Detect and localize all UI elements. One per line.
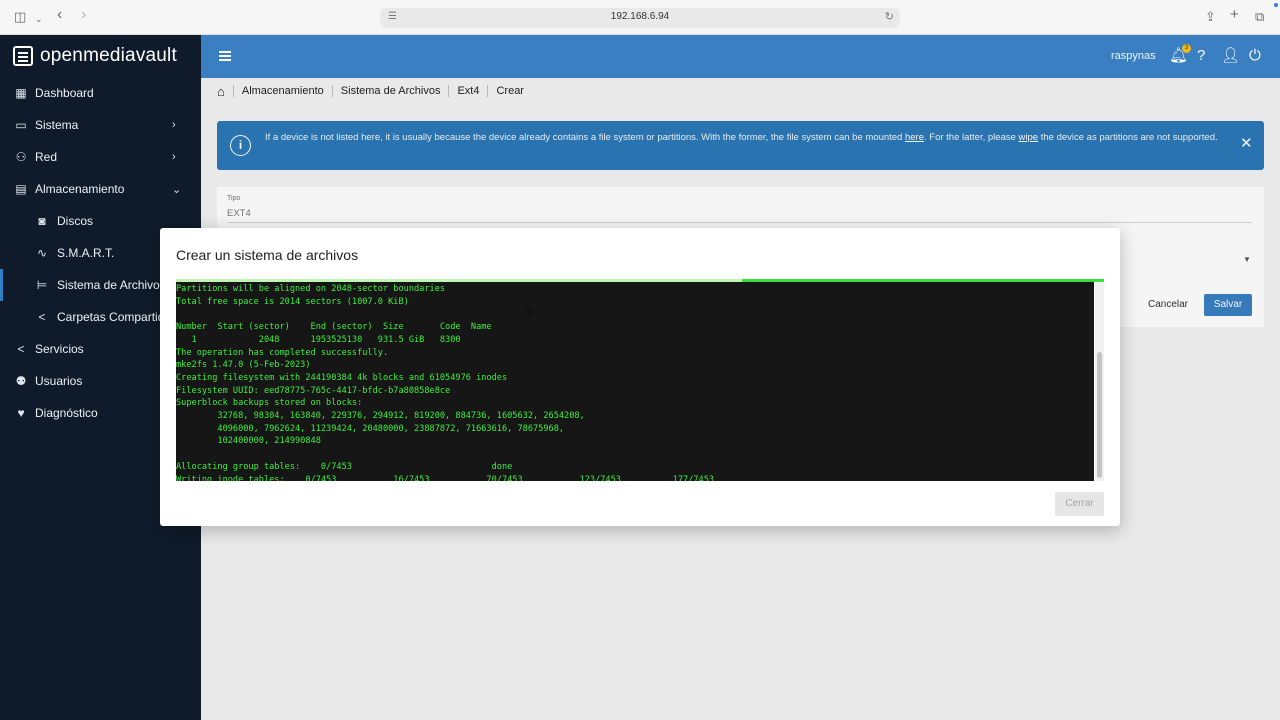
grid-icon: ▦	[15, 86, 27, 100]
chevron-right-icon: ›	[172, 119, 176, 131]
close-button: Cerrar	[1055, 492, 1104, 516]
sidebar-item-label: Diagnóstico	[35, 406, 98, 420]
browser-toolbar: ◫ ⌄ ‹ › ☰ 192.168.6.94 ↻ ⇪ + ⧉	[0, 0, 1280, 35]
sidebar-item-label: Sistema	[35, 118, 79, 132]
logo-icon	[13, 46, 33, 66]
share-icon: <	[38, 310, 46, 324]
sidebar-item-red[interactable]: ⚇ Red ›	[0, 141, 201, 173]
scrollbar[interactable]	[1095, 282, 1104, 481]
chevron-down-icon[interactable]: ⌄	[35, 11, 43, 27]
scrollbar-thumb[interactable]	[1097, 352, 1102, 478]
terminal-output: Partitions will be aligned on 2048-secto…	[176, 282, 1094, 481]
power-icon[interactable]: ⏻	[1249, 47, 1261, 65]
logo-text: openmediavault	[40, 45, 177, 66]
sidebar-item-label: Red	[35, 150, 58, 164]
sidebar-item-label: Servicios	[35, 342, 84, 356]
laptop-icon: ▭	[15, 118, 27, 132]
sidebar-item-sistema[interactable]: ▭ Sistema ›	[0, 109, 201, 141]
username[interactable]: raspynas	[1111, 50, 1156, 62]
share-icon[interactable]: ⇪	[1205, 9, 1216, 25]
logo[interactable]: openmediavault	[13, 45, 177, 66]
top-header: raspynas 🔔︎ 3 ? 👤︎ ⏻	[201, 35, 1280, 78]
url-text: 192.168.6.94	[610, 11, 670, 22]
sidebar-item-label: Almacenamiento	[35, 182, 125, 196]
network-icon: ⚇	[15, 150, 27, 164]
dialog-title: Crear un sistema de archivos	[176, 247, 359, 263]
menu-icon[interactable]	[219, 51, 231, 61]
sidebar-item-label: S.M.A.R.T.	[57, 246, 115, 260]
chevron-right-icon[interactable]: ›	[81, 7, 86, 23]
sidebar-item-almacenamiento[interactable]: ▤ Almacenamiento ⌄	[0, 173, 201, 205]
sidebar-item-label: Dashboard	[35, 86, 94, 100]
sidebar-icon[interactable]: ◫	[14, 9, 26, 25]
tabs-icon[interactable]: ⧉	[1255, 9, 1264, 25]
sidebar-item-label: Usuarios	[35, 374, 83, 388]
chevron-down-icon: ⌄	[172, 183, 182, 196]
users-icon: ⚉	[15, 374, 27, 388]
user-icon[interactable]: 👤︎	[1221, 47, 1240, 65]
indicator-dot	[1274, 3, 1278, 7]
address-bar[interactable]: ☰ 192.168.6.94 ↻	[380, 8, 900, 28]
sidebar-item-label: Sistema de Archivos	[57, 278, 166, 292]
active-indicator	[0, 269, 3, 301]
plus-icon[interactable]: +	[1230, 7, 1239, 23]
heart-pulse-icon: ♥	[17, 406, 25, 420]
tree-icon: ⊨	[36, 278, 48, 292]
pulse-icon: ∿	[36, 246, 48, 260]
notification-badge: 3	[1182, 44, 1191, 53]
storage-icon: ▤	[15, 182, 27, 196]
chevron-right-icon: ›	[172, 151, 176, 163]
share-nodes-icon: <	[17, 342, 25, 356]
create-filesystem-dialog: Crear un sistema de archivos Partitions …	[160, 228, 1120, 526]
sidebar-item-dashboard[interactable]: ▦ Dashboard	[0, 77, 201, 109]
chevron-left-icon[interactable]: ‹	[57, 7, 62, 23]
reload-icon[interactable]: ↻	[885, 10, 894, 23]
sidebar-item-label: Discos	[57, 214, 94, 228]
disk-icon: ◙	[38, 214, 46, 228]
help-icon[interactable]: ?	[1197, 47, 1205, 65]
terminal-text: Partitions will be aligned on 2048-secto…	[176, 284, 715, 481]
